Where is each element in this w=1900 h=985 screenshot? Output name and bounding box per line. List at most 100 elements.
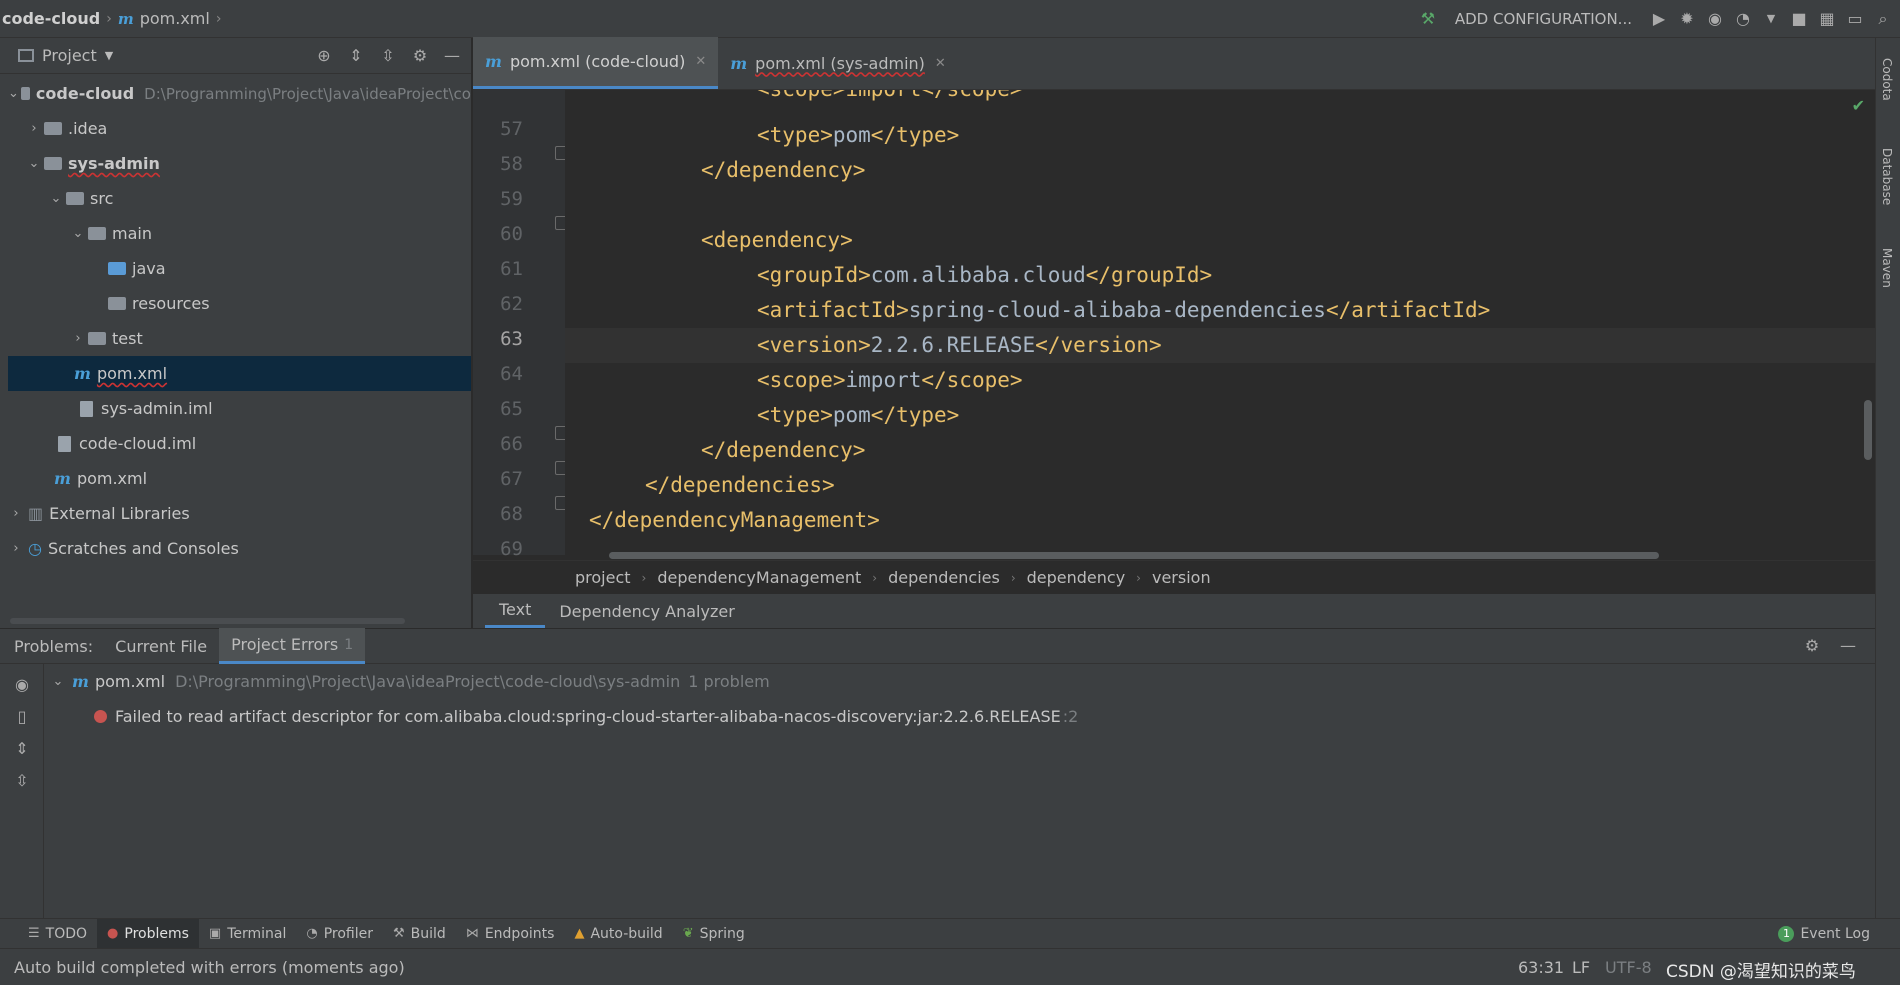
tool-spring[interactable]: ❦ Spring <box>673 919 755 949</box>
preview-icon[interactable]: ▯ <box>11 706 33 728</box>
code-tag: </type> <box>870 403 960 427</box>
problem-row[interactable]: Failed to read artifact descriptor for c… <box>94 699 1078 733</box>
maven-tool-button[interactable]: Maven <box>1880 248 1894 288</box>
collapse-all-icon[interactable]: ⇳ <box>11 770 33 792</box>
tree-item-sys-admin-iml[interactable]: sys-admin.iml <box>8 391 471 426</box>
file-encoding[interactable]: UTF-8 <box>1605 958 1652 977</box>
chevron-right-icon[interactable]: › <box>8 506 24 521</box>
chevron-right-icon[interactable]: › <box>70 331 86 346</box>
problems-side-toolbar: ◉ ▯ ⇕ ⇳ <box>0 664 44 918</box>
problem-file-row[interactable]: ⌄ m pom.xml D:\Programming\Project\Java\… <box>50 664 770 698</box>
close-icon[interactable]: ✕ <box>935 56 946 71</box>
expand-all-icon[interactable]: ⇕ <box>345 45 367 67</box>
chevron-down-icon[interactable]: ⌄ <box>50 674 66 689</box>
chevron-down-icon[interactable]: ⌄ <box>48 191 64 206</box>
project-view-selector[interactable]: Project <box>42 46 97 65</box>
breadcrumb-item[interactable]: version <box>1152 568 1211 587</box>
problem-message: Failed to read artifact descriptor for c… <box>115 706 1061 726</box>
tree-item-sys-admin[interactable]: ⌄ sys-admin <box>8 146 471 181</box>
chevron-down-icon[interactable]: ⌄ <box>8 86 19 101</box>
caret-position[interactable]: 63:31 <box>1518 958 1564 977</box>
tree-item-scratches[interactable]: › ◷ Scratches and Consoles <box>8 531 471 566</box>
tab-project-errors[interactable]: Project Errors 1 <box>219 628 366 664</box>
eye-icon[interactable]: ◉ <box>11 674 33 696</box>
tab-dependency-analyzer[interactable]: Dependency Analyzer <box>545 594 748 628</box>
editor-vscrollbar[interactable] <box>1864 400 1872 460</box>
code-tag: </dependencies> <box>645 473 835 497</box>
more-run-chevron-icon[interactable]: ▼ <box>1760 8 1782 30</box>
build-hammer-icon[interactable]: ⚒ <box>1417 8 1439 30</box>
line-separator[interactable]: LF <box>1572 958 1590 977</box>
tree-item-resources[interactable]: resources <box>8 286 471 321</box>
tab-pom-code-cloud[interactable]: m pom.xml (code-cloud) ✕ <box>473 37 719 89</box>
breadcrumb-item[interactable]: dependencyManagement <box>657 568 861 587</box>
tree-item-code-cloud[interactable]: ⌄ code-cloud D:\Programming\Project\Java… <box>8 76 471 111</box>
tool-label: Problems <box>124 925 189 942</box>
collapse-all-icon[interactable]: ⇳ <box>377 45 399 67</box>
tool-problems[interactable]: ● Problems <box>97 918 199 949</box>
tree-item-java[interactable]: java <box>8 251 471 286</box>
module-folder-icon <box>20 87 30 100</box>
close-icon[interactable]: ✕ <box>695 54 706 69</box>
tab-text[interactable]: Text <box>485 594 546 628</box>
breadcrumb-item[interactable]: dependency <box>1027 568 1126 587</box>
tree-item-test[interactable]: › test <box>8 321 471 356</box>
tab-current-file[interactable]: Current File <box>103 628 219 664</box>
tree-item-root-pom[interactable]: m pom.xml <box>8 461 471 496</box>
tool-label: Endpoints <box>484 925 555 942</box>
folder-icon <box>44 122 62 135</box>
run-icon[interactable]: ▶ <box>1648 8 1670 30</box>
tree-item-external-libraries[interactable]: › ▥ External Libraries <box>8 496 471 531</box>
debug-icon[interactable]: ✹ <box>1676 8 1698 30</box>
tool-label: Profiler <box>323 925 374 942</box>
presentation-icon[interactable]: ▭ <box>1844 8 1866 30</box>
project-structure-icon[interactable]: ▦ <box>1816 8 1838 30</box>
tool-auto-build[interactable]: ▲ Auto-build <box>564 919 672 949</box>
database-tool-button[interactable]: Database <box>1880 148 1894 205</box>
chevron-right-icon[interactable]: › <box>26 121 42 136</box>
tree-item-main[interactable]: ⌄ main <box>8 216 471 251</box>
profile-icon[interactable]: ◔ <box>1732 8 1754 30</box>
tool-profiler[interactable]: ◔ Profiler <box>296 919 383 949</box>
breadcrumb-item[interactable]: project <box>575 568 631 587</box>
tool-build[interactable]: ⚒ Build <box>383 919 456 949</box>
search-icon[interactable]: ⌕ <box>1872 8 1894 30</box>
editor-hscrollbar[interactable] <box>609 552 1659 559</box>
nav-project[interactable]: code-cloud <box>2 9 100 28</box>
chevron-down-icon[interactable]: ⌄ <box>26 156 42 171</box>
tab-pom-sys-admin[interactable]: m pom.xml (sys-admin) ✕ <box>718 37 958 89</box>
code-editor[interactable]: <scope>import</scope> <type>pom</type> <… <box>565 90 1875 555</box>
tree-item-code-cloud-iml[interactable]: code-cloud.iml <box>8 426 471 461</box>
view-dropdown-chevron-icon[interactable]: ▼ <box>105 49 113 62</box>
coverage-icon[interactable]: ◉ <box>1704 8 1726 30</box>
tool-todo[interactable]: ☰ TODO <box>18 919 97 949</box>
tree-item-sys-admin-pom[interactable]: m pom.xml <box>8 356 471 391</box>
tool-terminal[interactable]: ▣ Terminal <box>199 919 296 949</box>
problem-file-count: 1 problem <box>688 671 770 691</box>
tool-endpoints[interactable]: ⋈ Endpoints <box>456 919 565 949</box>
code-tag: <scope> <box>757 368 846 392</box>
hide-panel-icon[interactable]: — <box>441 45 463 67</box>
project-hscrollbar[interactable] <box>10 618 405 624</box>
tree-item-idea[interactable]: › .idea <box>8 111 471 146</box>
breadcrumb-item[interactable]: dependencies <box>888 568 1000 587</box>
line-number: 57 <box>500 118 523 140</box>
editor-subtabs: Text Dependency Analyzer <box>473 594 1875 628</box>
nav-file[interactable]: pom.xml <box>140 9 210 28</box>
profiler-icon: ◔ <box>306 926 318 941</box>
codota-tool-button[interactable]: Codota <box>1880 58 1894 101</box>
add-configuration-button[interactable]: ADD CONFIGURATION... <box>1455 10 1632 28</box>
tool-event-log[interactable]: 1 Event Log <box>1768 919 1880 949</box>
folder-icon <box>88 227 106 240</box>
hide-panel-icon[interactable]: — <box>1837 635 1859 657</box>
chevron-right-icon[interactable]: › <box>8 541 24 556</box>
gear-icon[interactable]: ⚙ <box>1801 635 1823 657</box>
locate-file-icon[interactable]: ⊕ <box>313 45 335 67</box>
inspection-ok-icon[interactable]: ✔ <box>1852 96 1865 115</box>
gear-icon[interactable]: ⚙ <box>409 45 431 67</box>
chevron-down-icon[interactable]: ⌄ <box>70 226 86 241</box>
stop-icon[interactable]: ■ <box>1788 8 1810 30</box>
tree-item-src[interactable]: ⌄ src <box>8 181 471 216</box>
expand-all-icon[interactable]: ⇕ <box>11 738 33 760</box>
status-message[interactable]: Auto build completed with errors (moment… <box>14 958 405 977</box>
